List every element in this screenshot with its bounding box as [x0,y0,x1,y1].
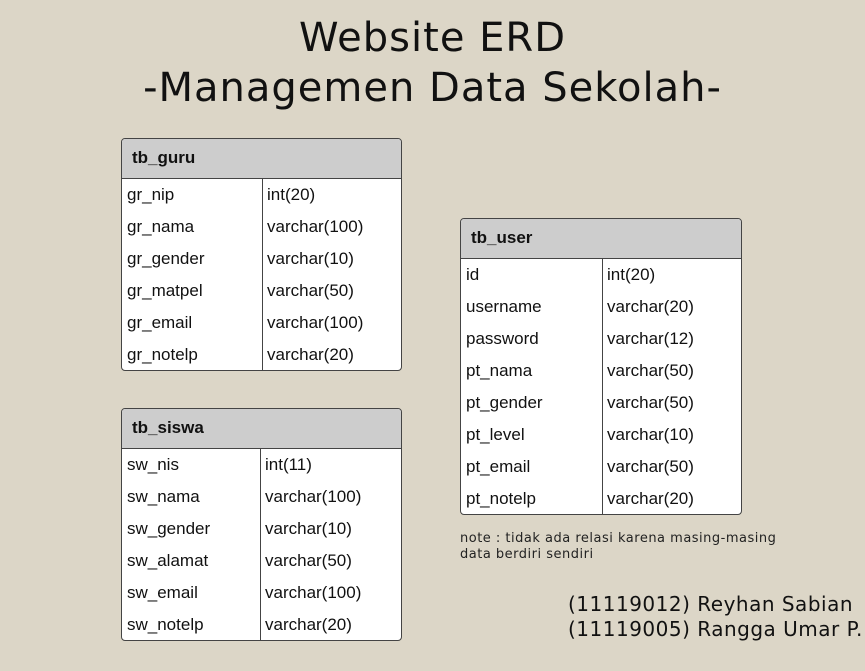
field-name: sw_gender [127,519,211,538]
field-name: pt_gender [466,393,543,412]
field-type: varchar(10) [267,249,354,268]
field-type: int(11) [265,455,312,474]
field-name: sw_nis [127,455,179,474]
field-type: varchar(10) [607,425,694,444]
field-type: varchar(50) [265,551,352,570]
field-row[interactable]: sw_email varchar(100) [122,577,401,609]
field-name: pt_notelp [466,489,536,508]
field-type: varchar(100) [267,217,364,236]
field-row[interactable]: username varchar(20) [461,291,741,323]
field-type: varchar(50) [607,361,694,380]
field-type: varchar(20) [267,345,354,364]
entity-tb-user[interactable]: tb_user id int(20) username varchar(20) pass… [460,218,742,515]
field-name: sw_notelp [127,615,204,634]
field-name: gr_gender [127,249,205,268]
field-type: varchar(10) [265,519,352,538]
field-type: varchar(100) [265,487,362,506]
field-row[interactable]: sw_nis int(11) [122,449,401,481]
field-row[interactable]: password varchar(12) [461,323,741,355]
field-type: int(20) [607,265,656,284]
field-row[interactable]: pt_email varchar(50) [461,451,741,483]
field-name: gr_notelp [127,345,198,364]
column-divider [260,449,261,640]
entity-header: tb_guru [122,139,401,179]
entity-tb-guru[interactable]: tb_guru gr_nip int(20) gr_nama varchar(100)… [121,138,402,371]
field-name: sw_nama [127,487,200,506]
field-name: pt_nama [466,361,533,380]
field-row[interactable]: pt_nama varchar(50) [461,355,741,387]
field-name: id [466,265,480,284]
diagram-subtitle: -Managemen Data Sekolah- [143,65,722,111]
entity-body: sw_nis int(11) sw_nama varchar(100) sw_gende… [122,449,401,640]
field-name: password [466,329,539,348]
note-text: note : tidak ada relasi karena masing-ma… [460,531,776,563]
field-row[interactable]: pt_level varchar(10) [461,419,741,451]
field-type: varchar(20) [607,489,694,508]
field-name: pt_level [466,425,525,444]
field-name: gr_nama [127,217,195,236]
field-row[interactable]: sw_alamat varchar(50) [122,545,401,577]
authors: (11119012) Reyhan Sabian (11119005) Rang… [568,592,863,642]
field-type: varchar(50) [607,457,694,476]
author-line: (11119005) Rangga Umar P. [568,617,863,641]
field-name: gr_matpel [127,281,203,300]
field-type: varchar(12) [607,329,694,348]
field-row[interactable]: pt_gender varchar(50) [461,387,741,419]
field-name: gr_email [127,313,193,332]
field-name: sw_alamat [127,551,209,570]
field-row[interactable]: sw_gender varchar(10) [122,513,401,545]
entity-body: gr_nip int(20) gr_nama varchar(100) gr_gende… [122,179,401,370]
field-type: varchar(20) [265,615,352,634]
field-name: sw_email [127,583,198,602]
field-type: varchar(50) [267,281,354,300]
field-row[interactable]: sw_nama varchar(100) [122,481,401,513]
field-type: varchar(100) [267,313,364,332]
entity-body: id int(20) username varchar(20) password varc… [461,259,741,514]
entity-tb-siswa[interactable]: tb_siswa sw_nis int(11) sw_nama varchar(100… [121,408,402,641]
field-name: pt_email [466,457,531,476]
field-row[interactable]: pt_notelp varchar(20) [461,483,741,514]
field-type: varchar(50) [607,393,694,412]
field-row[interactable]: sw_notelp varchar(20) [122,609,401,640]
field-type: int(20) [267,185,316,204]
field-name: username [466,297,542,316]
note-line: note : tidak ada relasi karena masing-ma… [460,531,777,546]
author-line: (11119012) Reyhan Sabian [568,592,853,616]
field-row[interactable]: id int(20) [461,259,741,291]
diagram-title: Website ERD [298,15,567,61]
column-divider [262,179,263,370]
field-type: varchar(20) [607,297,694,316]
entity-header: tb_siswa [122,409,401,449]
entity-header: tb_user [461,219,741,259]
field-name: gr_nip [127,185,175,204]
field-type: varchar(100) [265,583,362,602]
column-divider [602,259,603,514]
note-line: data berdiri sendiri [460,547,594,562]
